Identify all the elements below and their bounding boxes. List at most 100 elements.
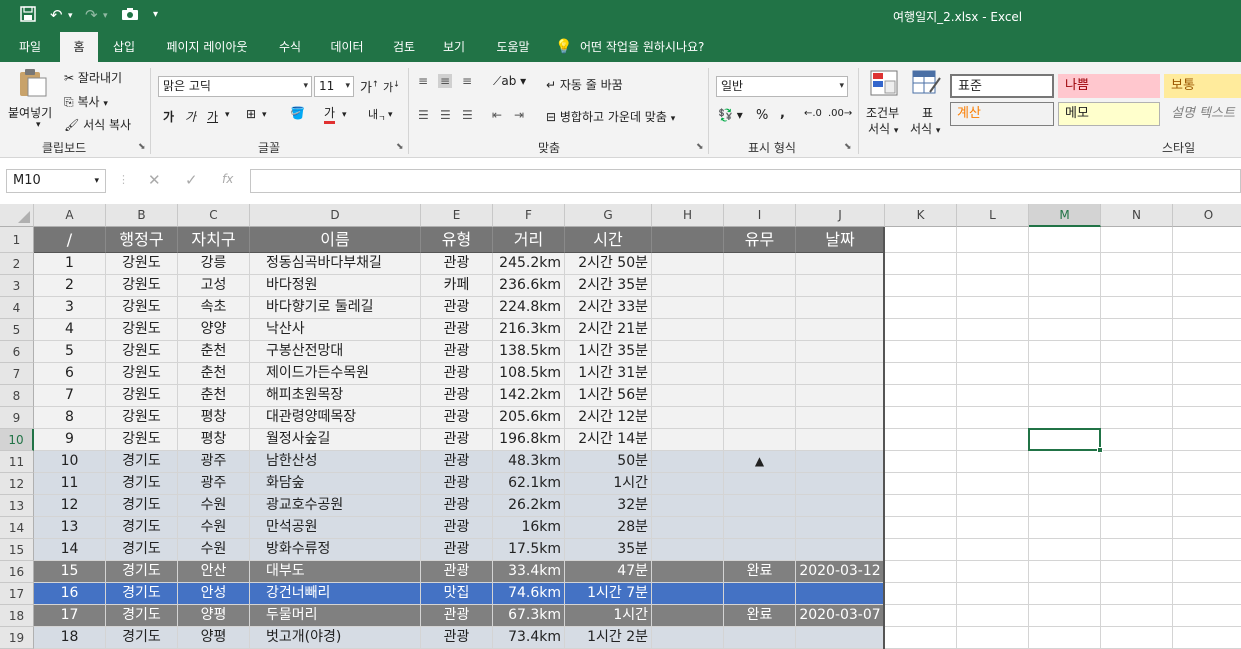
table-cell[interactable]: 28분 [565,517,652,539]
tab-file[interactable]: 파일 [8,32,52,62]
empty-cell[interactable] [1101,341,1173,363]
column-header-f[interactable]: F [493,204,565,227]
row-header[interactable]: 1 [0,227,34,253]
table-cell[interactable]: 10 [34,451,106,473]
empty-cell[interactable] [652,451,724,473]
table-cell[interactable]: 고성 [178,275,250,297]
table-cell[interactable]: 1시간 [565,605,652,627]
camera-icon[interactable] [121,7,139,25]
table-cell[interactable]: 2시간 50분 [565,253,652,275]
empty-cell[interactable] [957,605,1029,627]
empty-cell[interactable] [885,605,957,627]
empty-cell[interactable] [1029,583,1101,605]
active-cell-cursor[interactable] [1028,428,1101,451]
table-cell[interactable]: 만석공원 [250,517,421,539]
empty-cell[interactable] [1101,429,1173,451]
table-cell[interactable]: 맛집 [421,583,493,605]
empty-cell[interactable] [724,495,796,517]
table-cell[interactable]: 2시간 14분 [565,429,652,451]
empty-cell[interactable] [796,275,885,297]
empty-cell[interactable] [796,385,885,407]
table-cell[interactable]: 33.4km [493,561,565,583]
empty-cell[interactable] [724,407,796,429]
decrease-font-icon[interactable]: 가↓ [383,79,400,95]
table-header-cell[interactable]: 이름 [250,227,421,253]
empty-cell[interactable] [885,539,957,561]
empty-cell[interactable] [724,319,796,341]
table-cell[interactable]: 관광 [421,517,493,539]
empty-cell[interactable] [957,561,1029,583]
cut-button[interactable]: ✂ 잘라내기 [64,69,122,86]
table-cell[interactable]: 245.2km [493,253,565,275]
empty-cell[interactable] [796,363,885,385]
table-cell[interactable]: 관광 [421,253,493,275]
row-header[interactable]: 15 [0,539,34,561]
redo-dropdown-icon[interactable]: ▾ [103,11,108,21]
table-cell[interactable]: 경기도 [106,539,178,561]
empty-cell[interactable] [796,297,885,319]
empty-cell[interactable] [1029,297,1101,319]
empty-cell[interactable] [1029,407,1101,429]
empty-cell[interactable] [1101,297,1173,319]
empty-cell[interactable] [885,495,957,517]
copy-button[interactable]: ⎘ 복사 ▾ [64,93,108,110]
empty-cell[interactable] [957,253,1029,275]
table-cell[interactable]: 강원도 [106,385,178,407]
empty-cell[interactable] [885,429,957,451]
style-normal[interactable]: 표준 [950,74,1054,98]
table-cell[interactable]: 수원 [178,517,250,539]
column-header-a[interactable]: A [34,204,106,227]
font-name-select[interactable]: 맑은 고딕 ▾ [158,76,312,97]
empty-cell[interactable] [957,473,1029,495]
empty-cell[interactable] [796,473,885,495]
empty-cell[interactable] [885,561,957,583]
empty-cell[interactable] [885,385,957,407]
align-middle-icon[interactable]: ≡ [438,74,453,88]
table-cell[interactable]: 17.5km [493,539,565,561]
table-cell[interactable]: 강원도 [106,341,178,363]
table-cell[interactable]: 춘천 [178,385,250,407]
empty-cell[interactable] [1173,561,1241,583]
table-cell[interactable]: ▲ [724,451,796,473]
table-cell[interactable]: 26.2km [493,495,565,517]
decrease-indent-icon[interactable]: ⇤ [492,108,502,122]
table-header-cell[interactable]: 유형 [421,227,493,253]
table-cell[interactable]: 카페 [421,275,493,297]
empty-cell[interactable] [1029,495,1101,517]
table-cell[interactable]: 강원도 [106,429,178,451]
empty-cell[interactable] [885,363,957,385]
column-header-g[interactable]: G [565,204,652,227]
row-header[interactable]: 17 [0,583,34,605]
bold-icon[interactable]: 가 [163,108,174,125]
column-header-h[interactable]: H [652,204,724,227]
merge-center-button[interactable]: ⊟ 병합하고 가운데 맞춤 ▾ [546,108,675,125]
empty-cell[interactable] [652,495,724,517]
table-cell[interactable]: 관광 [421,363,493,385]
empty-cell[interactable] [1173,363,1241,385]
empty-cell[interactable] [1029,253,1101,275]
table-cell[interactable]: 광교호수공원 [250,495,421,517]
table-cell[interactable]: 완료 [724,605,796,627]
empty-cell[interactable] [957,363,1029,385]
table-header-cell[interactable]: 거리 [493,227,565,253]
align-left-icon[interactable]: ☰ [418,108,429,122]
empty-cell[interactable] [796,517,885,539]
empty-cell[interactable] [1101,363,1173,385]
empty-cell[interactable] [1101,605,1173,627]
empty-cell[interactable] [1029,319,1101,341]
style-explanatory[interactable]: 설명 텍스트 [1164,102,1241,126]
table-cell[interactable]: 11 [34,473,106,495]
empty-cell[interactable] [957,627,1029,649]
table-cell[interactable]: 236.6km [493,275,565,297]
empty-cell[interactable] [1101,407,1173,429]
empty-cell[interactable] [885,627,957,649]
phonetic-dropdown-icon[interactable]: ▾ [388,110,393,120]
style-note[interactable]: 메모 [1058,102,1160,126]
empty-cell[interactable] [957,297,1029,319]
empty-cell[interactable] [1029,605,1101,627]
save-icon[interactable] [20,6,36,26]
empty-cell[interactable] [957,517,1029,539]
empty-cell[interactable] [1029,539,1101,561]
empty-cell[interactable] [957,451,1029,473]
format-painter-button[interactable]: 🖌 서식 복사 [64,116,131,133]
